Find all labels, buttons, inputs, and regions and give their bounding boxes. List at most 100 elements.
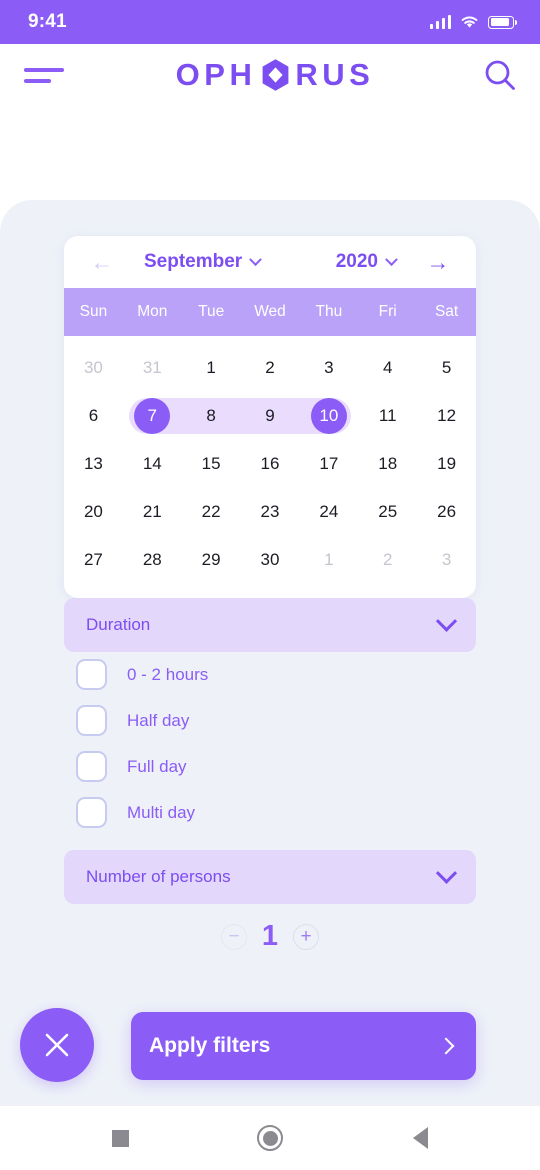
calendar-day-cell[interactable]: 12 xyxy=(417,392,476,440)
calendar-day-cell[interactable]: 14 xyxy=(123,440,182,488)
calendar-day-cell[interactable]: 5 xyxy=(417,344,476,392)
close-button[interactable] xyxy=(20,1008,94,1082)
calendar-day-cell: 2 xyxy=(382,550,393,569)
duration-title: Duration xyxy=(86,615,151,634)
duration-option-label: 0 - 2 hours xyxy=(127,664,209,684)
weekday-label: Mon xyxy=(137,303,168,320)
arrow-right-icon[interactable]: → xyxy=(422,250,454,274)
year-selector[interactable]: 2020 xyxy=(335,251,398,273)
cellular-bars-icon xyxy=(429,15,451,29)
calendar-day-cell[interactable]: 20 xyxy=(64,488,123,536)
calendar-day-cell: 3 xyxy=(441,550,452,569)
apply-filters-button[interactable]: Apply filters xyxy=(131,1012,476,1080)
calendar-day-cell[interactable]: 15 xyxy=(182,440,241,488)
calendar-day-cell[interactable]: 28 xyxy=(123,536,182,584)
year-label: 2020 xyxy=(335,251,378,272)
triangle-back-icon xyxy=(412,1127,428,1149)
calendar-card: ← September 2020 → Sun Mon Tue Wed Thu F… xyxy=(64,236,476,598)
calendar-day-cell[interactable]: 1 xyxy=(182,344,241,392)
calendar-week-row: 27 28 29 30 1 2 3 xyxy=(64,536,476,584)
month-label: September xyxy=(144,251,243,272)
duration-section-header[interactable]: Duration xyxy=(64,598,476,652)
calendar-day-cell[interactable]: 24 xyxy=(299,488,358,536)
chevron-down-icon xyxy=(249,252,263,266)
calendar-day-cell: 30 xyxy=(83,358,103,377)
calendar-day-cell[interactable]: 6 xyxy=(64,392,123,440)
duration-option-label: Full day xyxy=(127,756,187,776)
weekday-label: Sat xyxy=(434,303,459,320)
recents-button[interactable] xyxy=(45,1129,195,1147)
checkbox-icon[interactable] xyxy=(76,705,107,736)
weekday-label: Wed xyxy=(254,303,286,320)
calendar-day-cell[interactable]: 30 xyxy=(241,536,300,584)
calendar-week-row: 20 21 22 23 24 25 26 xyxy=(64,488,476,536)
arrow-left-icon[interactable]: ← xyxy=(86,250,118,274)
close-x-icon xyxy=(45,1033,69,1057)
brand-text-right: RUS xyxy=(295,57,375,92)
calendar-day-cell[interactable]: 10 xyxy=(299,392,358,440)
status-bar-icons xyxy=(429,15,517,29)
calendar-day-cell[interactable]: 26 xyxy=(417,488,476,536)
calendar-day-cell[interactable]: 2 xyxy=(241,344,300,392)
weekday-label: Sun xyxy=(79,303,108,320)
apply-filters-label: Apply filters xyxy=(149,1034,271,1057)
month-selector[interactable]: September xyxy=(144,251,263,273)
calendar-day-cell[interactable]: 9 xyxy=(241,392,300,440)
duration-option[interactable]: Full day xyxy=(76,751,208,782)
app-header: OPH RUS xyxy=(0,44,540,106)
calendar-day-cell[interactable]: 11 xyxy=(358,392,417,440)
duration-option[interactable]: 0 - 2 hours xyxy=(76,659,208,690)
home-button[interactable] xyxy=(195,1125,345,1151)
chevron-down-icon xyxy=(385,252,398,266)
persons-title: Number of persons xyxy=(86,867,231,886)
persons-stepper: − 1 + xyxy=(0,920,540,953)
calendar-day-cell: 1 xyxy=(324,550,334,569)
hexagon-logo-icon xyxy=(260,58,291,92)
calendar-header: ← September 2020 → xyxy=(64,236,476,288)
calendar-day-cell[interactable]: 18 xyxy=(358,440,417,488)
weekday-label: Fri xyxy=(378,303,397,320)
back-button[interactable] xyxy=(345,1127,495,1149)
status-bar: 9:41 xyxy=(0,0,540,44)
weekday-label: Tue xyxy=(198,303,225,320)
decrement-button[interactable]: − xyxy=(221,923,247,950)
checkbox-icon[interactable] xyxy=(76,797,107,828)
duration-option[interactable]: Multi day xyxy=(76,797,208,828)
brand-logo: OPH RUS xyxy=(176,57,375,93)
android-nav-bar xyxy=(0,1105,540,1170)
checkbox-icon[interactable] xyxy=(76,659,107,690)
filters-panel: ← September 2020 → Sun Mon Tue Wed Thu F… xyxy=(0,200,540,1095)
weekday-header-row: Sun Mon Tue Wed Thu Fri Sat xyxy=(64,288,476,336)
increment-button[interactable]: + xyxy=(293,923,319,950)
duration-options: 0 - 2 hours Half day Full day Multi day xyxy=(76,659,208,828)
duration-option[interactable]: Half day xyxy=(76,705,208,736)
calendar-day-cell[interactable]: 27 xyxy=(64,536,123,584)
calendar-grid: 30 31 1 2 3 4 5 6 7 8 9 10 11 12 13 14 15 16 17 18 19 20 21 22 2… xyxy=(64,336,476,598)
calendar-day-cell[interactable]: 23 xyxy=(241,488,300,536)
checkbox-icon[interactable] xyxy=(76,751,107,782)
calendar-day-cell[interactable]: 13 xyxy=(64,440,123,488)
persons-section-header[interactable]: Number of persons xyxy=(64,850,476,904)
hamburger-menu-icon[interactable] xyxy=(24,60,68,90)
calendar-day-cell[interactable]: 8 xyxy=(182,392,241,440)
status-bar-time: 9:41 xyxy=(28,11,67,32)
calendar-day-cell[interactable]: 3 xyxy=(299,344,358,392)
calendar-day-cell[interactable]: 21 xyxy=(123,488,182,536)
weekday-label: Thu xyxy=(315,303,343,320)
search-icon[interactable] xyxy=(482,57,518,93)
calendar-day-cell[interactable]: 7 xyxy=(123,392,182,440)
calendar-day-cell: 31 xyxy=(142,358,162,377)
calendar-day-cell[interactable]: 4 xyxy=(358,344,417,392)
calendar-day-cell[interactable]: 19 xyxy=(417,440,476,488)
chevron-down-icon xyxy=(435,862,458,884)
circle-home-icon xyxy=(257,1125,283,1151)
calendar-day-cell[interactable]: 16 xyxy=(241,440,300,488)
duration-option-label: Multi day xyxy=(127,802,196,822)
calendar-week-row: 13 14 15 16 17 18 19 xyxy=(64,440,476,488)
phone-screen: 9:41 OPH RUS ← September 2020 → Sun Mon … xyxy=(0,0,540,1170)
calendar-day-cell[interactable]: 25 xyxy=(358,488,417,536)
calendar-day-cell[interactable]: 17 xyxy=(299,440,358,488)
calendar-day-cell[interactable]: 22 xyxy=(182,488,241,536)
calendar-week-row: 6 7 8 9 10 11 12 xyxy=(64,392,476,440)
calendar-day-cell[interactable]: 29 xyxy=(182,536,241,584)
